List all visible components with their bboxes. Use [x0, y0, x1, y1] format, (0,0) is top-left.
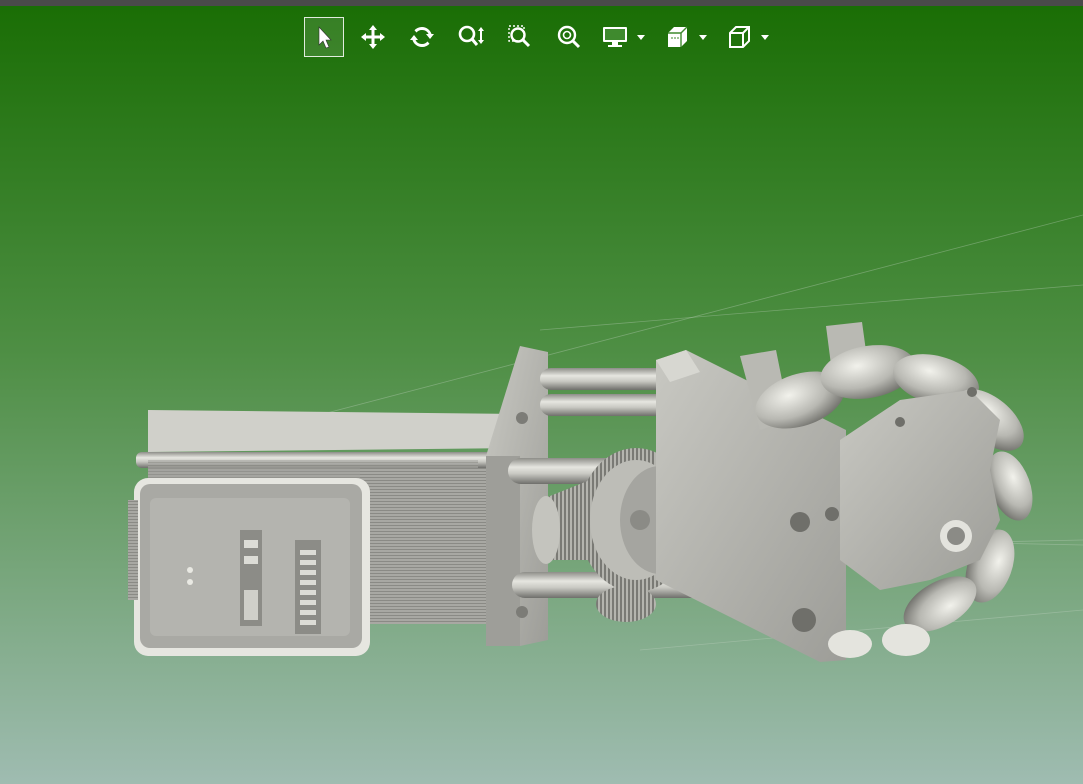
view-orientation-dropdown[interactable]: [758, 17, 772, 57]
zoom-fit-tool-button[interactable]: [549, 17, 589, 57]
monitor-icon: [603, 27, 627, 47]
driver-board-housing[interactable]: [128, 478, 370, 656]
section-dropdown[interactable]: [696, 17, 710, 57]
zoom-fit-icon: [557, 25, 581, 49]
cad-viewer: [0, 0, 1083, 784]
view-toolbar: [304, 17, 784, 57]
section-tool-button[interactable]: [660, 17, 694, 57]
display-mode-tool-button[interactable]: [598, 17, 632, 57]
cube-icon: [729, 26, 750, 48]
rotate-tool-button[interactable]: [402, 17, 442, 57]
zoom-window-icon: [508, 25, 531, 48]
rotate-arrows-icon: [410, 26, 434, 48]
zoom-tool-button[interactable]: [451, 17, 491, 57]
model-scene[interactable]: [0, 6, 1083, 784]
select-tool-button[interactable]: [304, 17, 344, 57]
section-cube-icon: [668, 26, 688, 47]
view-orientation-tool-button[interactable]: [722, 17, 756, 57]
chevron-down-icon: [637, 34, 645, 40]
zoom-window-tool-button[interactable]: [500, 17, 540, 57]
zoom-updown-icon: [458, 25, 484, 46]
chevron-down-icon: [761, 34, 769, 40]
chevron-down-icon: [699, 34, 707, 40]
pan-tool-button[interactable]: [353, 17, 393, 57]
display-mode-dropdown[interactable]: [634, 17, 648, 57]
pointer-arrow-icon: [318, 26, 332, 49]
move-arrows-icon: [361, 25, 385, 49]
3d-viewport[interactable]: [0, 6, 1083, 784]
